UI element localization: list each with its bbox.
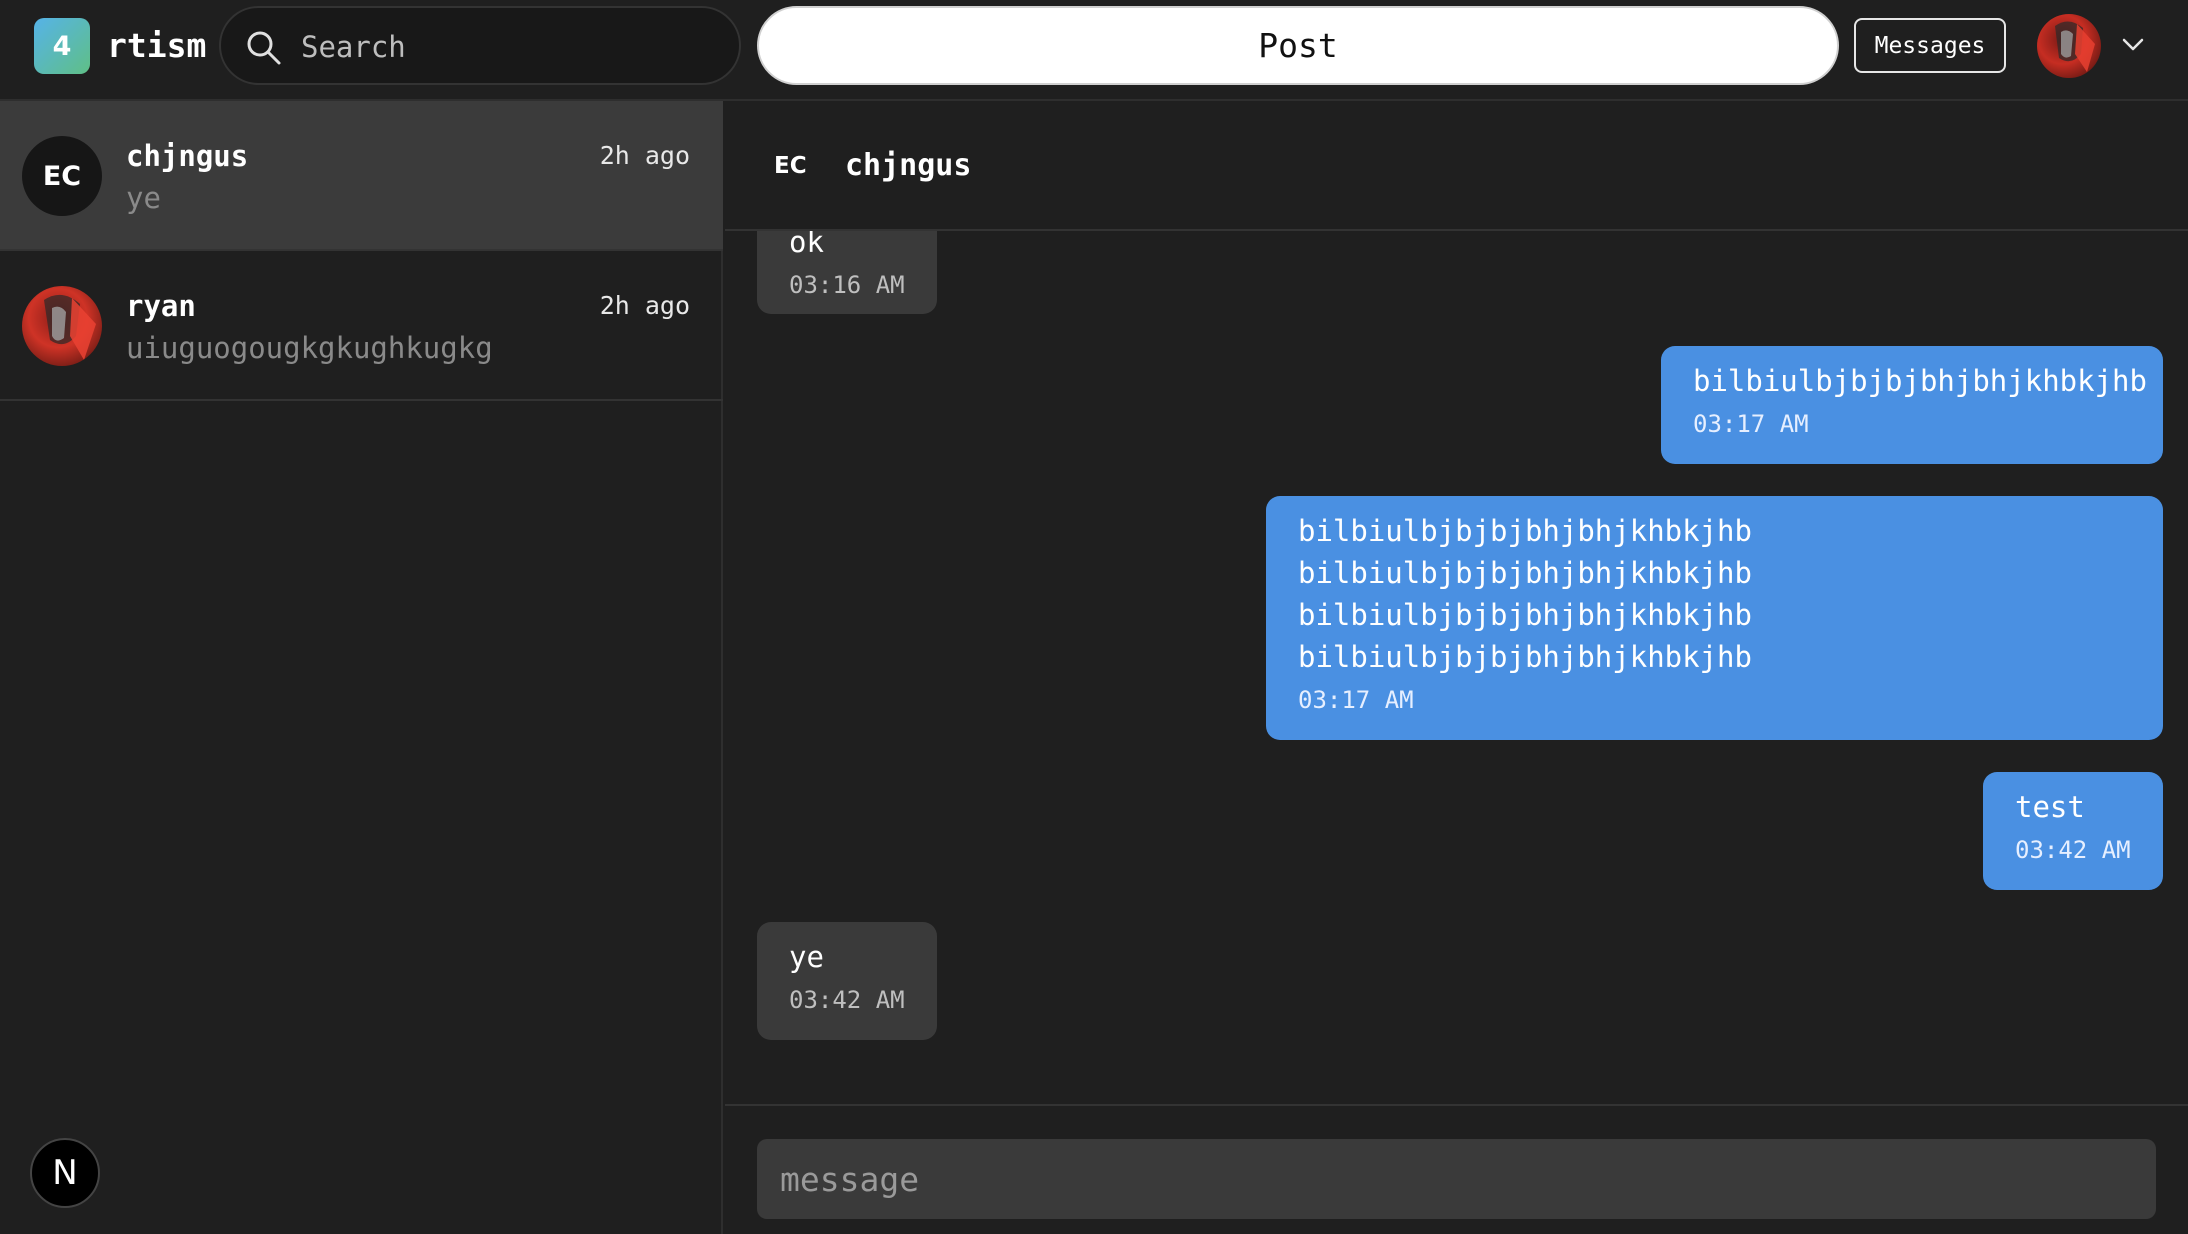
avatar-illustration <box>44 294 96 360</box>
framework-badge[interactable]: N <box>30 1138 100 1208</box>
conversation-name: chjngus <box>126 139 249 173</box>
message-time: 03:16 AM <box>789 271 905 299</box>
conversation-preview: uiuguogougkgkughkugkg <box>126 331 493 365</box>
avatar-illustration <box>2055 21 2095 72</box>
message-bubble-incoming: ok 03:16 AM <box>757 231 937 314</box>
chevron-down-icon[interactable] <box>2120 32 2146 58</box>
search-icon <box>247 31 281 65</box>
conversation-time: 2h ago <box>599 141 690 170</box>
conversation-avatar: EC <box>22 136 102 216</box>
message-time: 03:17 AM <box>1298 686 1414 714</box>
conversation-name: ryan <box>126 289 196 323</box>
conversation-item-chjngus[interactable]: EC chjngus 2h ago ye <box>0 101 723 251</box>
search-box[interactable] <box>219 6 741 85</box>
message-time: 03:17 AM <box>1693 410 1809 438</box>
chat-avatar-initials: EC <box>774 153 807 179</box>
post-button[interactable]: Post <box>757 6 1839 85</box>
message-bubble-outgoing: test 03:42 AM <box>1983 772 2163 890</box>
message-text: bilbiulbjbjbjbhjbhjkhbkjhb bilbiulbjbjbj… <box>1298 514 1752 674</box>
message-text: test <box>2015 790 2085 824</box>
message-bubble-outgoing: bilbiulbjbjbjbhjbhjkhbkjhb bilbiulbjbjbj… <box>1266 496 2163 740</box>
message-bubble-outgoing: bilbiulbjbjbjbhjbhjkhbkjhb 03:17 AM <box>1661 346 2163 464</box>
user-avatar[interactable] <box>2037 14 2101 78</box>
chat-header: EC chjngus <box>725 101 2188 231</box>
chat-title: chjngus <box>845 148 972 183</box>
conversation-preview: ye <box>126 181 161 215</box>
message-text: bilbiulbjbjbjbhjbhjkhbkjhb <box>1693 364 2147 398</box>
message-bubble-incoming: ye 03:42 AM <box>757 922 937 1040</box>
conversation-time: 2h ago <box>599 291 690 320</box>
app-logo[interactable]: 4 <box>34 18 90 74</box>
message-text: ok <box>789 231 824 259</box>
messages-button[interactable]: Messages <box>1854 18 2006 73</box>
brand-name[interactable]: rtism <box>107 26 206 65</box>
message-time: 03:42 AM <box>2015 836 2131 864</box>
conversation-list: EC chjngus 2h ago ye ryan 2h ago uiuguog… <box>0 101 723 1234</box>
search-input[interactable] <box>301 28 721 66</box>
message-input[interactable] <box>757 1139 2156 1219</box>
message-text: ye <box>789 940 824 974</box>
conversation-item-ryan[interactable]: ryan 2h ago uiuguogougkgkughkugkg <box>0 251 723 401</box>
composer-bar <box>725 1104 2188 1234</box>
message-thread: ok 03:16 AM bilbiulbjbjbjbhjbhjkhbkjhb 0… <box>725 231 2188 1104</box>
message-time: 03:42 AM <box>789 986 905 1014</box>
conversation-avatar <box>22 286 102 366</box>
top-navbar: 4 rtism Post Messages <box>0 0 2188 101</box>
